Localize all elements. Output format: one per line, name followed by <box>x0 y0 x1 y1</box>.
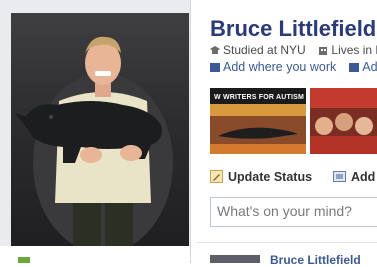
story-avatar[interactable] <box>210 255 260 263</box>
profile-photo-illustration <box>15 36 173 246</box>
profile-add-links: Add where you work Add <box>210 60 377 74</box>
profile-name[interactable]: Bruce Littlefield <box>210 16 376 42</box>
left-nav-icon[interactable] <box>18 257 30 263</box>
tab-add-photo[interactable]: Add Ph <box>333 170 377 184</box>
graduation-cap-icon <box>210 44 220 54</box>
photo-thumbnail-1[interactable]: W WRITERS FOR AUTISM <box>210 88 306 154</box>
publisher-tabs: Update Status Add Ph <box>210 170 377 184</box>
status-pencil-icon <box>210 170 223 183</box>
briefcase-icon <box>210 63 220 72</box>
tab-add-photo-label: Add Ph <box>351 170 377 184</box>
tab-update-status-label: Update Status <box>228 170 313 184</box>
profile-photo[interactable] <box>11 13 189 246</box>
status-input[interactable] <box>211 198 377 224</box>
profile-info-line: Studied at NYU Lives in N <box>210 43 377 57</box>
lives-text: Lives in N <box>331 43 377 57</box>
photo-thumbnail-2[interactable] <box>310 88 377 154</box>
status-box[interactable] <box>210 197 377 227</box>
thumbnail-1-caption: W WRITERS FOR AUTISM <box>214 94 305 101</box>
studied-text: Studied at NYU <box>223 43 306 57</box>
home-icon <box>349 63 360 72</box>
feed-divider <box>196 242 377 243</box>
column-divider <box>190 0 191 263</box>
story-author-link[interactable]: Bruce Littlefield <box>270 253 361 267</box>
thumbnail-2-art <box>310 88 377 154</box>
tab-update-status[interactable]: Update Status <box>210 170 316 184</box>
add-work-link[interactable]: Add where you work <box>223 60 336 74</box>
location-icon <box>318 44 328 55</box>
add-link[interactable]: Add <box>362 60 377 74</box>
photo-icon <box>333 170 347 183</box>
